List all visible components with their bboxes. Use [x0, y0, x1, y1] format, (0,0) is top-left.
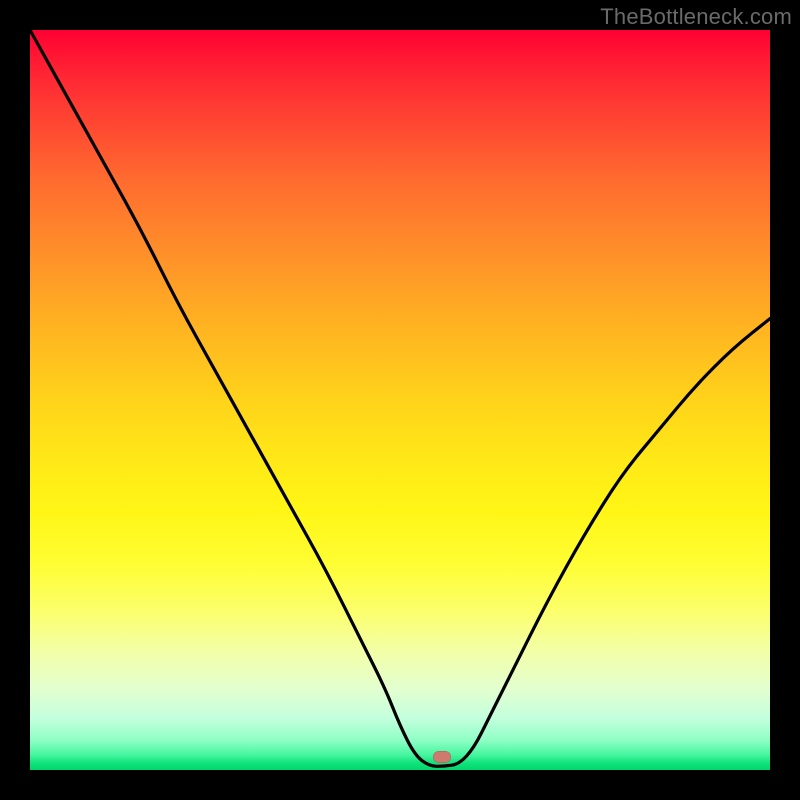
stage: TheBottleneck.com — [0, 0, 800, 800]
chart-area — [30, 30, 770, 770]
bottleneck-curve — [30, 30, 770, 770]
watermark-text: TheBottleneck.com — [600, 4, 792, 30]
optimum-marker — [433, 751, 451, 763]
